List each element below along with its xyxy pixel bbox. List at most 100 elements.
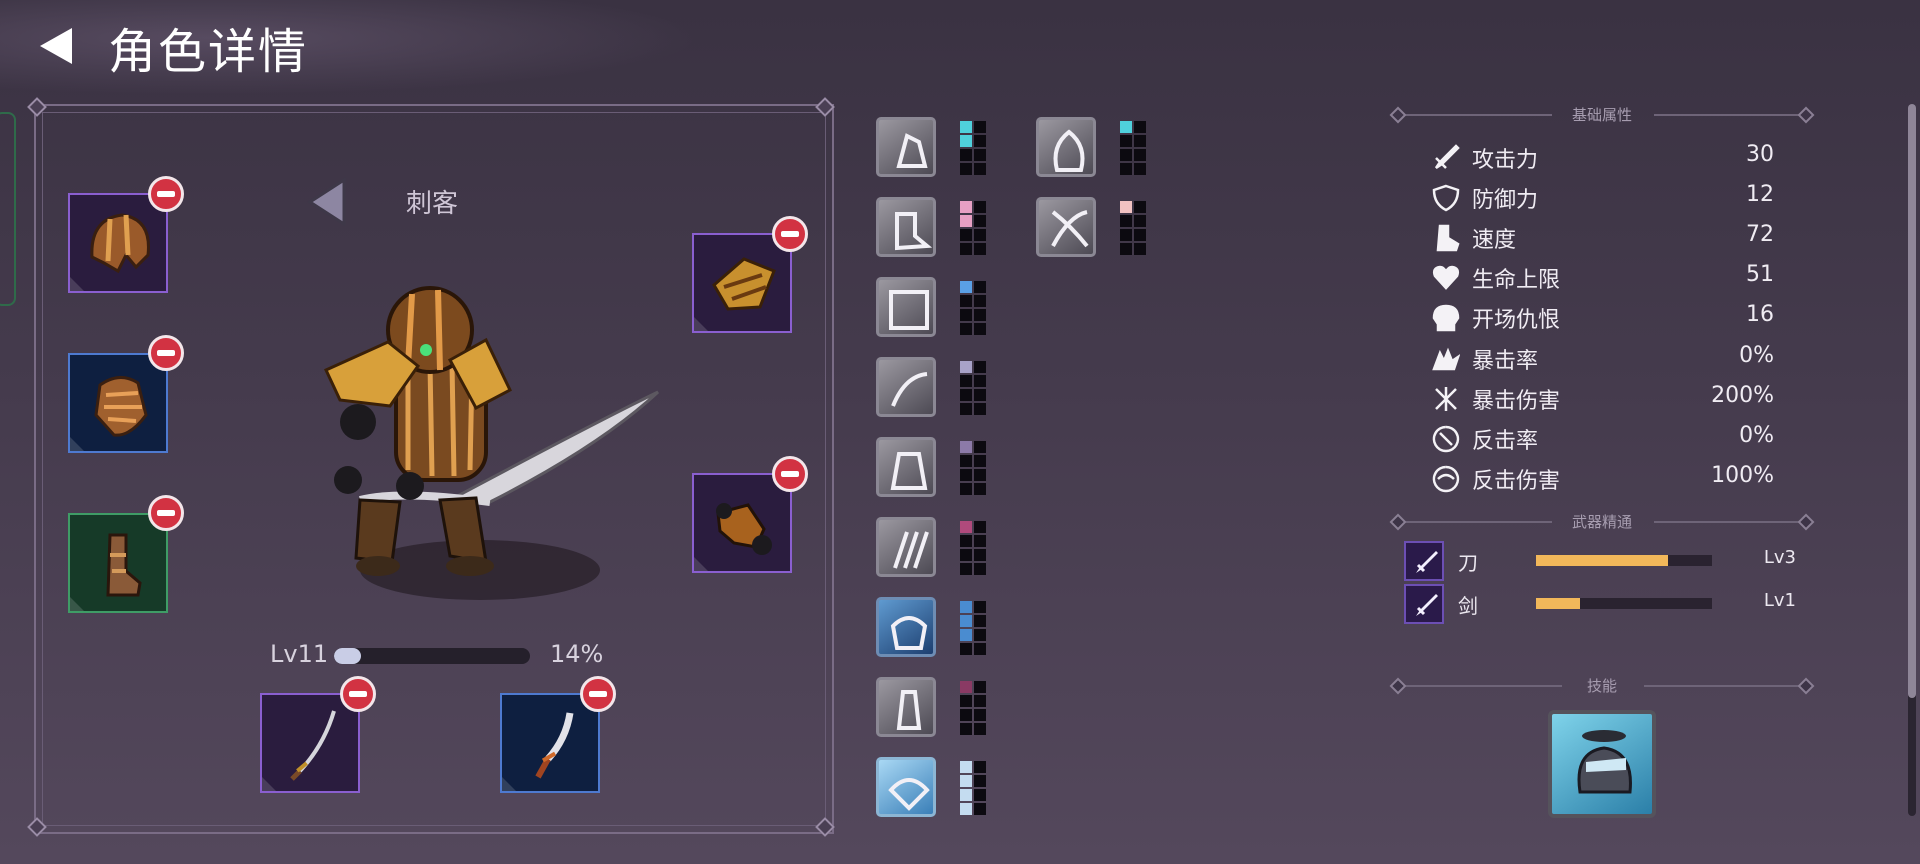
level-pip (960, 309, 972, 321)
level-pip (960, 629, 972, 641)
level-pip (974, 403, 986, 415)
level-pip (974, 281, 986, 293)
remove-armor-button[interactable] (148, 335, 184, 371)
level-pip (974, 121, 986, 133)
level-pip (974, 163, 986, 175)
level-pip (974, 803, 986, 815)
level-pip (974, 469, 986, 481)
skull-icon (1432, 305, 1460, 332)
active-skill-card[interactable] (1548, 710, 1656, 818)
passive-skill-slot[interactable] (876, 437, 936, 497)
remove-off-weapon-button[interactable] (580, 676, 616, 712)
scrollbar-thumb[interactable] (1908, 104, 1916, 698)
totem-icon (896, 690, 922, 730)
chest-armor-icon (94, 376, 148, 437)
stat-name: 暴击伤害 (1472, 388, 1561, 414)
passive-skill-slot[interactable] (1036, 197, 1096, 257)
level-pip (960, 295, 972, 307)
passive-skill-slot[interactable] (876, 117, 936, 177)
kick-icon (895, 212, 933, 251)
level-pip (960, 695, 972, 707)
mastery-row[interactable]: 剑 Lv1 (1404, 584, 1796, 628)
level-pip (974, 563, 986, 575)
level-pip (974, 521, 986, 533)
level-pip (974, 601, 986, 613)
skill-level-pips (960, 201, 986, 257)
ninja-skill-icon (1577, 730, 1632, 794)
class-prev-button[interactable] (306, 176, 348, 232)
passive-skill-slot[interactable] (876, 277, 936, 337)
level-pip (974, 455, 986, 467)
shoulder-guard-icon (712, 257, 776, 311)
level-pip (974, 483, 986, 495)
level-pip (1134, 121, 1146, 133)
remove-boots-button[interactable] (148, 495, 184, 531)
warrior-icon (890, 452, 928, 490)
remove-gloves-button[interactable] (772, 456, 808, 492)
skill-level-pips (960, 681, 986, 737)
level-pip (1134, 163, 1146, 175)
stat-value: 200% (1711, 382, 1774, 408)
boots-icon (106, 533, 142, 597)
spiked-shield-icon (889, 290, 929, 330)
level-pip (960, 135, 972, 147)
stat-name: 反击率 (1472, 428, 1539, 454)
level-pip (960, 441, 972, 453)
passive-skill-slot[interactable] (876, 757, 936, 817)
equip-slot-off-weapon[interactable] (500, 693, 600, 793)
attributes-header: 基础属性 (1389, 104, 1815, 126)
level-pip (960, 775, 972, 787)
level-pip (960, 323, 972, 335)
skill-level-pips (960, 361, 986, 417)
skill-level-pips (960, 521, 986, 577)
xp-percent: 14% (550, 640, 604, 668)
level-pip (960, 681, 972, 693)
passive-skill-slot[interactable] (876, 597, 936, 657)
equip-slot-shoulder[interactable] (692, 233, 792, 333)
passive-skill-slot[interactable] (876, 677, 936, 737)
passive-skill-slot[interactable] (876, 197, 936, 257)
level-pip (960, 601, 972, 613)
level-pip (960, 403, 972, 415)
level-pip (1134, 149, 1146, 161)
stat-value: 72 (1746, 222, 1774, 248)
level-pip (1120, 135, 1132, 147)
level-pip (960, 281, 972, 293)
blade-mastery-icon (1404, 541, 1444, 581)
stat-row: 开场仇恨 16 (1432, 300, 1774, 336)
stat-name: 开场仇恨 (1472, 308, 1561, 334)
level-pip (960, 469, 972, 481)
level-pip (974, 681, 986, 693)
level-pip (1134, 215, 1146, 227)
equip-slot-gloves[interactable] (692, 473, 792, 573)
stat-row: 防御力 12 (1432, 180, 1774, 216)
passive-skill-slot[interactable] (1036, 117, 1096, 177)
level-pip (960, 375, 972, 387)
stat-name: 暴击率 (1472, 348, 1539, 374)
level-pip (960, 149, 972, 161)
passive-skill-slot[interactable] (876, 517, 936, 577)
equip-slot-main-weapon[interactable] (260, 693, 360, 793)
boot-speed-icon (1436, 224, 1460, 252)
header-glow (0, 0, 700, 95)
remove-helmet-button[interactable] (148, 176, 184, 212)
mastery-row[interactable]: 刀 Lv3 (1404, 541, 1796, 585)
skill-level-pips (960, 121, 986, 177)
level-pip (974, 361, 986, 373)
side-tab[interactable] (0, 112, 16, 306)
equip-slot-armor[interactable] (68, 353, 168, 453)
heart-icon (1432, 266, 1460, 291)
passive-skill-slot[interactable] (876, 357, 936, 417)
stat-name: 防御力 (1472, 188, 1539, 214)
equip-slot-helmet[interactable] (68, 193, 168, 293)
level-pip (974, 295, 986, 307)
remove-main-weapon-button[interactable] (340, 676, 376, 712)
back-button[interactable] (34, 24, 78, 68)
equip-slot-boots[interactable] (68, 513, 168, 613)
stat-value: 30 (1746, 142, 1774, 167)
crossed-blades-icon (1051, 210, 1089, 248)
stat-value: 16 (1746, 302, 1774, 328)
level-label: Lv11 (270, 640, 329, 668)
remove-shoulder-button[interactable] (772, 216, 808, 252)
mastery-header: 武器精通 (1389, 511, 1815, 533)
